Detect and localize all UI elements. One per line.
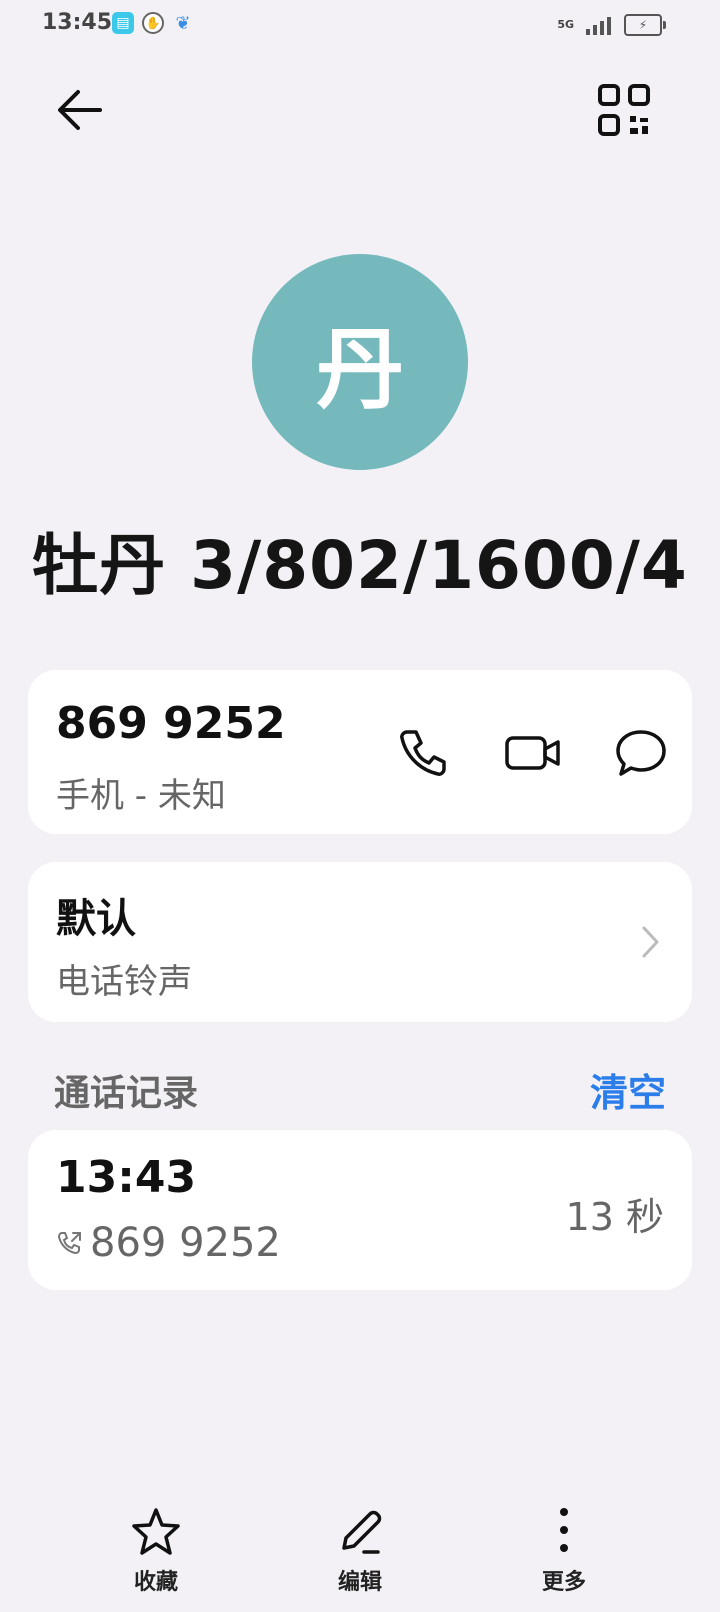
arrow-left-icon bbox=[58, 90, 102, 130]
call-button[interactable] bbox=[390, 720, 456, 786]
bottom-toolbar: 收藏 编辑 更多 bbox=[0, 1500, 720, 1612]
video-call-button[interactable] bbox=[500, 720, 566, 786]
phone-number[interactable]: 869 9252 bbox=[56, 698, 286, 749]
phone-card: 869 9252 手机 - 未知 bbox=[28, 670, 692, 834]
chevron-right-icon bbox=[642, 926, 659, 958]
video-call-icon bbox=[505, 736, 560, 770]
phone-type: 手机 - 未知 bbox=[56, 776, 226, 816]
call-duration: 13 秒 bbox=[565, 1195, 664, 1239]
phone-icon bbox=[400, 730, 446, 776]
ringtone-label: 电话铃声 bbox=[56, 962, 192, 1002]
clear-call-log-button[interactable]: 清空 bbox=[590, 1062, 666, 1117]
notification-icons: ▤ ✋ ❦ bbox=[112, 12, 194, 34]
contact-name: 牡丹 3/802/1600/4 bbox=[32, 527, 688, 604]
qr-code-button[interactable] bbox=[594, 80, 654, 140]
book-icon: ▤ bbox=[112, 12, 134, 34]
system-icons: 5G ⚡ bbox=[557, 14, 666, 36]
battery-icon: ⚡ bbox=[624, 14, 666, 36]
edit-label: 编辑 bbox=[337, 1570, 382, 1595]
call-time: 13:43 bbox=[56, 1152, 197, 1203]
status-bar: 13:45 ▤ ✋ ❦ 5G ⚡ bbox=[0, 0, 720, 48]
favorite-label: 收藏 bbox=[133, 1570, 178, 1595]
call-number: 869 9252 bbox=[90, 1220, 281, 1266]
edit-button[interactable]: 编辑 bbox=[300, 1506, 420, 1596]
avatar: 丹 bbox=[252, 254, 468, 470]
pencil-icon bbox=[342, 1510, 382, 1554]
more-label: 更多 bbox=[541, 1570, 586, 1595]
avatar-initial: 丹 bbox=[315, 317, 404, 421]
outgoing-call-icon bbox=[57, 1232, 81, 1255]
more-button[interactable]: 更多 bbox=[504, 1506, 624, 1596]
back-button[interactable] bbox=[52, 82, 108, 138]
message-icon bbox=[616, 730, 666, 776]
status-time: 13:45 bbox=[42, 10, 113, 35]
star-icon bbox=[132, 1508, 180, 1555]
call-detail: 869 9252 bbox=[56, 1220, 281, 1266]
favorite-button[interactable]: 收藏 bbox=[96, 1506, 216, 1596]
ringtone-card[interactable]: 默认 电话铃声 bbox=[28, 862, 692, 1022]
hand-icon: ✋ bbox=[142, 12, 164, 34]
call-log-entry[interactable]: 13:43 869 9252 13 秒 bbox=[28, 1130, 692, 1290]
network-label: 5G bbox=[557, 18, 574, 31]
signal-icon bbox=[586, 17, 611, 35]
bird-icon: ❦ bbox=[175, 12, 191, 34]
ringtone-value: 默认 bbox=[56, 896, 136, 942]
message-button[interactable] bbox=[608, 720, 674, 786]
qr-code-icon bbox=[598, 84, 650, 136]
more-vertical-icon bbox=[560, 1508, 568, 1552]
call-log-title: 通话记录 bbox=[54, 1073, 199, 1114]
